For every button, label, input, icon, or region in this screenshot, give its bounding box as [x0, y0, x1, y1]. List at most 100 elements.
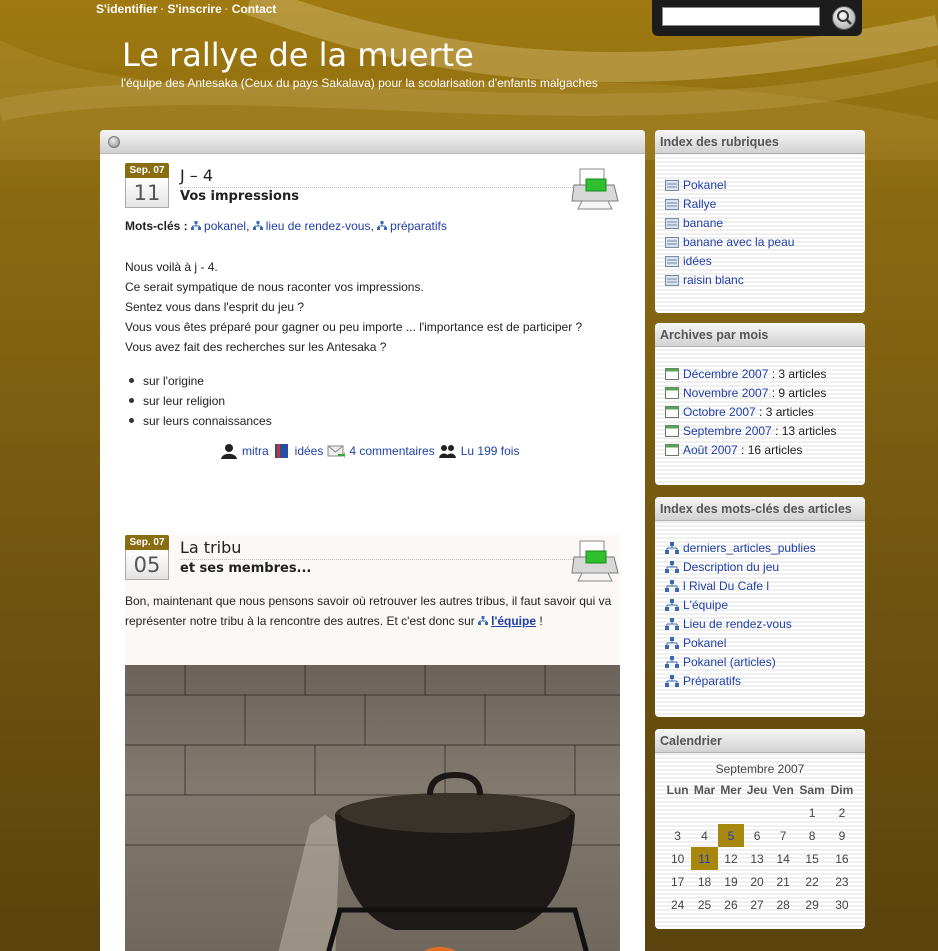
keyword-link[interactable]: derniers_articles_publies [683, 541, 816, 555]
category-link[interactable]: idées [683, 254, 712, 268]
calendar-day[interactable]: 11 [691, 847, 718, 870]
calendar-day: 6 [753, 828, 761, 843]
folder-icon [665, 275, 679, 286]
calendar-day: 26 [724, 897, 738, 912]
widget-title: Calendrier [655, 729, 865, 753]
calendar-day: 24 [670, 897, 685, 912]
team-link[interactable]: l'équipe [491, 614, 536, 628]
day-header: Jeu [746, 783, 768, 797]
keyword-item[interactable]: L'équipe [665, 596, 865, 615]
post-meta: mitra idées 4 commentaires Lu 199 fois [220, 443, 519, 459]
login-link[interactable]: S'identifier [96, 2, 158, 16]
book-icon [274, 444, 288, 458]
archive-item: Septembre 2007 : 13 articles [665, 422, 865, 441]
post-title[interactable]: La tribu [180, 538, 575, 560]
folder-icon [665, 199, 679, 210]
keyword-item[interactable]: Description du jeu [665, 558, 865, 577]
calendar-day-link[interactable]: 5 [728, 829, 735, 843]
calendar-icon [665, 387, 679, 399]
calendar-day: 23 [835, 874, 849, 889]
calendar-day [664, 801, 691, 824]
keyword-link[interactable]: l Rival Du Cafe l [683, 579, 769, 593]
keyword-item[interactable]: Lieu de rendez-vous [665, 615, 865, 634]
readers-icon [438, 445, 456, 458]
calendar-day: 20 [750, 874, 764, 889]
calendar-day: 28 [776, 897, 790, 912]
category-link[interactable]: raisin blanc [683, 273, 744, 287]
calendar-icon [665, 368, 679, 380]
printer-icon[interactable] [570, 167, 620, 211]
category-link[interactable]: Rallye [683, 197, 716, 211]
calendar-day-link[interactable]: 11 [698, 852, 710, 866]
cooking-pot-image [125, 665, 620, 951]
keyword-link[interactable]: Pokanel (articles) [683, 655, 776, 669]
category-item[interactable]: Rallye [665, 195, 865, 214]
category-link[interactable]: idées [295, 444, 324, 458]
archive-link[interactable]: Août 2007 [683, 443, 738, 457]
mail-icon [327, 445, 346, 459]
keyword-link[interactable]: Préparatifs [683, 674, 741, 688]
paragraph: Ce serait sympatique de nous raconter vo… [125, 280, 424, 294]
archive-link[interactable]: Décembre 2007 [683, 367, 768, 381]
keyword-item[interactable]: Pokanel (articles) [665, 653, 865, 672]
site-title[interactable]: Le rallye de la muerte [122, 36, 474, 74]
list-item: sur leurs connaissances [143, 411, 272, 431]
category-item[interactable]: banane avec la peau [665, 233, 865, 252]
keyword-item[interactable]: Préparatifs [665, 672, 865, 691]
keyword-link[interactable]: L'équipe [683, 598, 728, 612]
archive-link[interactable]: Novembre 2007 [683, 386, 768, 400]
search-input[interactable] [662, 7, 820, 26]
widget-title: Index des rubriques [655, 130, 865, 154]
comments-link[interactable]: 4 commentaires [349, 444, 434, 458]
paragraph: Vous vous êtes préparé pour gagner ou pe… [125, 320, 583, 334]
calendar-day: 17 [670, 874, 685, 889]
calendar-widget: Calendrier Septembre 2007 Lun Mar Mer Je… [655, 729, 865, 929]
tag-link[interactable]: lieu de rendez-vous [266, 219, 371, 233]
keyword-link[interactable]: Pokanel [683, 636, 726, 650]
author-icon [221, 444, 237, 459]
window-dot-icon [108, 136, 120, 148]
calendar-day [770, 801, 796, 824]
calendar-day: 19 [724, 874, 738, 889]
archive-link[interactable]: Octobre 2007 [683, 405, 756, 419]
post-photo [125, 665, 620, 951]
keyword-icon [191, 221, 202, 230]
category-link[interactable]: Pokanel [683, 178, 726, 192]
calendar-day: 25 [697, 897, 712, 912]
keyword-link[interactable]: Lieu de rendez-vous [683, 617, 792, 631]
category-link[interactable]: banane [683, 216, 723, 230]
calendar-day-header-row: Lun Mar Mer Jeu Ven Sam Dim [664, 779, 856, 801]
archive-count: : 13 articles [771, 424, 837, 438]
keyword-link[interactable]: Description du jeu [683, 560, 779, 574]
post-bullet-list: sur l'origine sur leur religion sur leur… [143, 371, 272, 431]
category-item[interactable]: idées [665, 252, 865, 271]
tag-link[interactable]: préparatifs [390, 219, 447, 233]
category-item[interactable]: raisin blanc [665, 271, 865, 290]
keyword-item[interactable]: derniers_articles_publies [665, 539, 865, 558]
views-link[interactable]: Lu 199 fois [461, 444, 520, 458]
search-button[interactable] [832, 6, 856, 30]
keyword-item[interactable]: Pokanel [665, 634, 865, 653]
main-content: Sep. 07 11 J – 4 Vos impressions Mots-cl… [100, 130, 645, 951]
categories-widget: Index des rubriques Pokanel Rallye banan… [655, 130, 865, 313]
day-header: Mar [693, 783, 716, 797]
author-link[interactable]: mitra [242, 444, 269, 458]
site-tagline: l'équipe des Antesaka (Ceux du pays Saka… [121, 76, 598, 90]
keyword-icon [665, 599, 679, 611]
calendar-day: 21 [776, 874, 790, 889]
tag-link[interactable]: pokanel [204, 219, 246, 233]
printer-icon[interactable] [570, 539, 620, 583]
keyword-item[interactable]: l Rival Du Cafe l [665, 577, 865, 596]
calendar-day[interactable]: 5 [717, 824, 745, 847]
register-link[interactable]: S'inscrire [168, 2, 222, 16]
main-title-bar [100, 130, 645, 154]
archive-link[interactable]: Septembre 2007 [683, 424, 772, 438]
category-item[interactable]: Pokanel [665, 176, 865, 195]
calendar-day: 1 [808, 805, 816, 820]
contact-link[interactable]: Contact [232, 2, 277, 16]
post-title[interactable]: J – 4 [180, 166, 575, 188]
keyword-icon [478, 616, 489, 625]
calendar-week-row: 10 11 12 13 14 15 16 [664, 847, 856, 870]
category-link[interactable]: banane avec la peau [683, 235, 794, 249]
category-item[interactable]: banane [665, 214, 865, 233]
